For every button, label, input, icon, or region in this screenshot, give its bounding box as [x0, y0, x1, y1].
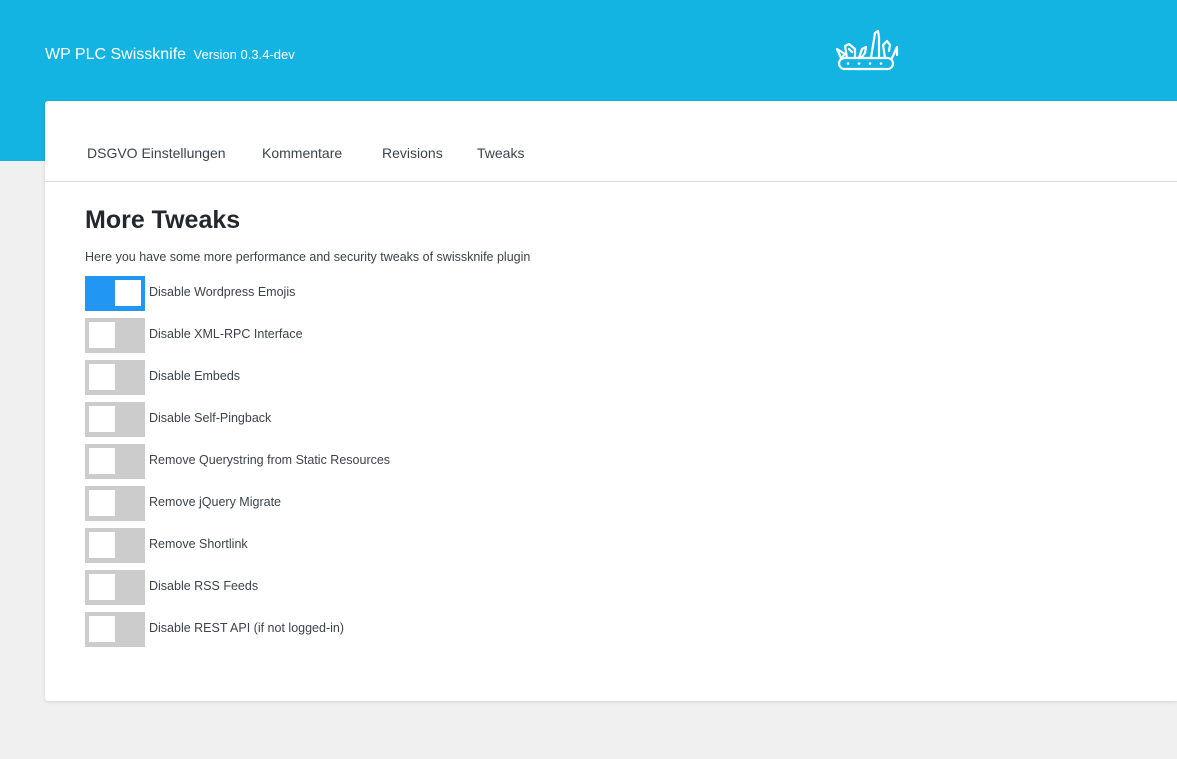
toggle-knob	[89, 406, 115, 432]
option-disable-rest-api: Disable REST API (if not logged-in)	[85, 612, 1145, 647]
plugin-version: Version 0.3.4-dev	[193, 47, 295, 62]
option-label: Disable XML-RPC Interface	[149, 327, 303, 341]
toggle-knob	[89, 490, 115, 516]
option-label: Remove Shortlink	[149, 537, 248, 551]
option-label: Remove jQuery Migrate	[149, 495, 281, 509]
toggle-knob	[89, 616, 115, 642]
toggle-disable-rss-feeds[interactable]	[85, 570, 145, 605]
option-label: Disable Embeds	[149, 369, 241, 383]
option-disable-embeds: Disable Embeds	[85, 360, 1145, 395]
toggle-knob	[89, 448, 115, 474]
toggle-disable-self-pingback[interactable]	[85, 402, 145, 437]
toggle-remove-jquery-migrate[interactable]	[85, 486, 145, 521]
toggle-remove-querystring[interactable]	[85, 444, 145, 479]
toggle-disable-embeds[interactable]	[85, 360, 145, 395]
tab-dsgvo-einstellungen[interactable]: DSGVO Einstellungen	[87, 145, 226, 161]
option-label: Disable Wordpress Emojis	[149, 285, 296, 299]
option-disable-emojis: Disable Wordpress Emojis	[85, 276, 1145, 311]
toggle-disable-rest-api[interactable]	[85, 612, 145, 647]
toggle-knob	[89, 364, 115, 390]
option-remove-querystring: Remove Querystring from Static Resources	[85, 444, 1145, 479]
tweaks-section: More Tweaks Here you have some more perf…	[85, 205, 1145, 654]
option-disable-xmlrpc: Disable XML-RPC Interface	[85, 318, 1145, 353]
toggle-knob	[89, 322, 115, 348]
toggle-remove-shortlink[interactable]	[85, 528, 145, 563]
plugin-title: WP PLC Swissknife Version 0.3.4-dev	[45, 46, 295, 64]
page-description: Here you have some more performance and …	[85, 250, 531, 264]
option-label: Disable Self-Pingback	[149, 411, 272, 425]
option-label: Disable RSS Feeds	[149, 579, 259, 593]
page-title: More Tweaks	[85, 206, 241, 234]
option-remove-jquery-migrate: Remove jQuery Migrate	[85, 486, 1145, 521]
tab-bar: DSGVO Einstellungen Kommentare Revisions…	[45, 101, 1177, 182]
toggle-disable-xmlrpc[interactable]	[85, 318, 145, 353]
option-label: Remove Querystring from Static Resources	[149, 453, 391, 467]
toggle-knob	[89, 574, 115, 600]
settings-panel: DSGVO Einstellungen Kommentare Revisions…	[45, 101, 1177, 701]
toggle-knob	[115, 280, 141, 306]
option-disable-self-pingback: Disable Self-Pingback	[85, 402, 1145, 437]
tweak-options-list: Disable Wordpress Emojis Disable XML-RPC…	[85, 276, 1145, 647]
toggle-disable-emojis[interactable]	[85, 276, 145, 311]
swiss-knife-icon	[835, 29, 899, 71]
tab-tweaks[interactable]: Tweaks	[477, 145, 524, 161]
option-disable-rss-feeds: Disable RSS Feeds	[85, 570, 1145, 605]
option-label: Disable REST API (if not logged-in)	[149, 621, 345, 635]
toggle-knob	[89, 532, 115, 558]
option-remove-shortlink: Remove Shortlink	[85, 528, 1145, 563]
tab-kommentare[interactable]: Kommentare	[262, 145, 342, 161]
plugin-name: WP PLC Swissknife	[45, 46, 187, 63]
tab-revisions[interactable]: Revisions	[382, 145, 443, 161]
